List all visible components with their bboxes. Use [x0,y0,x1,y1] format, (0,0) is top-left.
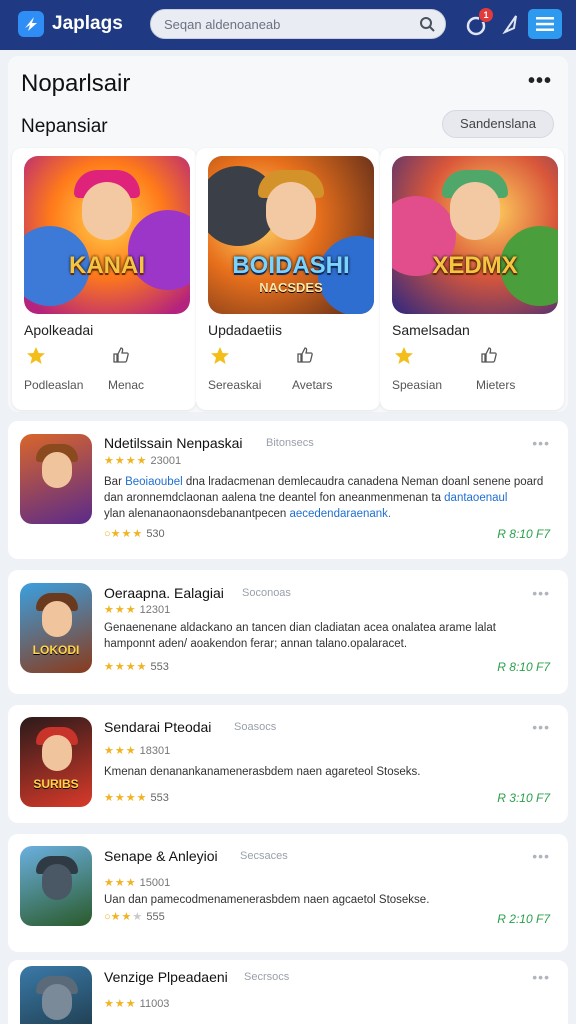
game-meta-label: Avetars [292,378,333,392]
game-name: Apolkeadai [24,322,94,338]
app-thumbnail: SURIBS [20,717,92,807]
list-item-tag: Secrsocs [244,971,290,983]
list-item-tag: Bitonsecs [266,437,314,449]
game-meta-label: Menac [108,378,145,392]
more-options-icon[interactable]: ••• [532,969,550,985]
game-artwork: BOIDASHI NACSDES [208,156,374,314]
price-label[interactable]: R 2:10 F7 [497,912,550,926]
app-logo-icon[interactable] [18,11,44,37]
send-icon[interactable] [502,14,520,39]
rating: ★★★ 15001 [104,877,171,889]
game-art-title: KANAI [69,252,145,279]
game-card[interactable]: XEDMX Samelsadan Speasian Mieters [380,148,564,410]
app-name: Japlags [52,13,123,34]
thumbs-up-icon[interactable] [296,346,314,369]
list-item-title: Sendarai Pteodai [104,719,212,735]
game-art-title: BOIDASHI [232,252,350,279]
rating: ★★★ 18301 [104,745,171,757]
game-name: Updadaetiis [208,322,282,338]
game-card[interactable]: BOIDASHI NACSDES Updadaetiis Sereaskai A… [196,148,380,410]
list-item-description: Genaenenane aldackano an tancen dian cla… [104,622,496,650]
rating-footer: ○★★★ 530 [104,528,165,540]
list-item[interactable]: Ndetilssain Nenpaskai Bitonsecs ••• ★★★★… [8,421,568,559]
more-options-icon[interactable]: ••• [528,70,552,93]
rating-footer: ○★★★ 555 [104,911,165,923]
rating: ★★★ 12301 [104,604,171,616]
star-icon[interactable] [210,346,230,371]
hamburger-icon [536,17,554,31]
list-item-description: Bar Beoiaoubel dna lradacmenan demlecaud… [104,476,544,520]
list-item-title: Oeraapna. Ealagiai [104,585,224,601]
app-thumbnail [20,966,92,1024]
list-item-tag: Secsaces [240,850,288,862]
featured-section: Noparlsair ••• Nepansiar Sandenslana KAN… [8,56,568,412]
list-item-title: Senape & Anleyioi [104,848,218,864]
more-options-icon[interactable]: ••• [532,848,550,864]
list-item[interactable]: Senape & Anleyioi Secsaces ••• ★★★ 15001… [8,834,568,952]
star-icon[interactable] [26,346,46,371]
notification-badge: 1 [479,8,493,22]
list-item-description: Uan dan pamecodmenamenerasbdem naen agca… [104,894,430,906]
star-icon[interactable] [394,346,414,371]
game-artwork: KANAI [24,156,190,314]
thumbs-up-icon[interactable] [112,346,130,369]
refresh-icon: ○ [104,911,111,923]
game-meta-label: Speasian [392,378,443,392]
refresh-icon: ○ [104,528,111,540]
app-thumbnail [20,846,92,926]
menu-button[interactable] [528,9,562,39]
rating: ★★★★ 23001 [104,455,182,467]
list-item-tag: Soasocs [234,721,277,733]
game-name: Samelsadan [392,322,470,338]
rating-footer: ★★★★ 553 [104,792,169,804]
game-art-subtitle: NACSDES [259,280,323,295]
app-thumbnail: LOKODI [20,583,92,673]
price-label[interactable]: R 3:10 F7 [497,791,550,805]
game-meta-label: Podleaslan [24,378,84,392]
list-item-tag: Soconoas [242,587,291,599]
rating: ★★★ 11003 [104,998,170,1010]
see-all-button[interactable]: Sandenslana [442,110,554,138]
game-meta-label: Sereaskai [208,378,262,392]
search-input[interactable]: Seqan aldenoaneab [150,9,446,39]
game-art-title: XEDMX [432,252,518,279]
list-item[interactable]: SURIBS Sendarai Pteodai Soasocs ••• ★★★ … [8,705,568,823]
list-item[interactable]: Venzige Plpeadaeni Secrsocs ••• ★★★ 1100… [8,960,568,1024]
game-artwork: XEDMX [392,156,558,314]
search-icon[interactable] [419,16,435,37]
game-card[interactable]: KANAI Apolkeadai Podleaslan Menac [12,148,196,410]
list-item-title: Venzige Plpeadaeni [104,969,228,985]
price-label[interactable]: R 8:10 F7 [497,527,550,541]
featured-title: Noparlsair [21,70,131,97]
list-item-description: Kmenan denanankanamenerasbdem naen agare… [104,766,421,778]
thumbs-up-icon[interactable] [480,346,498,369]
section-heading: Nepansiar [21,116,108,137]
price-label[interactable]: R 8:10 F7 [497,660,550,674]
rating-footer: ★★★★ 553 [104,661,169,673]
top-app-bar: Japlags Seqan aldenoaneab 1 [0,0,576,50]
app-thumbnail [20,434,92,524]
more-options-icon[interactable]: ••• [532,719,550,735]
list-item-title: Ndetilssain Nenpaskai [104,435,243,451]
search-placeholder: Seqan aldenoaneab [164,17,281,32]
game-meta-label: Mieters [476,378,516,392]
more-options-icon[interactable]: ••• [532,435,550,451]
list-item[interactable]: LOKODI Oeraapna. Ealagiai Soconoas ••• ★… [8,570,568,694]
more-options-icon[interactable]: ••• [532,585,550,601]
